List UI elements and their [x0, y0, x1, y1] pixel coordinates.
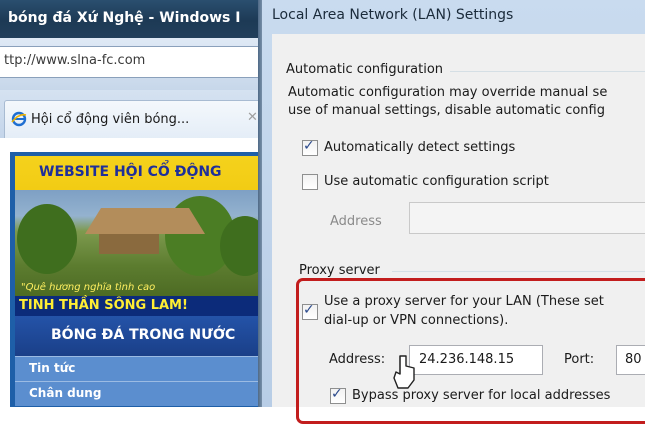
website-banner-title: WEBSITE HỘI CỔ ĐỘNG [39, 164, 222, 180]
auto-script-checkbox[interactable] [302, 174, 318, 190]
website-motto: TINH THẦN SÔNG LAM! [19, 298, 188, 313]
proxy-port-input[interactable]: 80 [616, 345, 645, 375]
mouse-cursor-icon [393, 355, 415, 389]
checkmark-icon: ✓ [303, 138, 315, 154]
auto-config-description: use of manual settings, disable automati… [288, 103, 605, 118]
proxy-address-input[interactable]: 24.236.148.15 [409, 345, 543, 375]
website-motto-bar: TINH THẦN SÔNG LAM! [15, 296, 270, 316]
website-nav-item[interactable]: Chân dung [15, 381, 270, 406]
bypass-local-checkbox[interactable]: ✓ [330, 386, 346, 404]
browser-tab[interactable]: Hội cổ động viên bóng... ✕ [4, 100, 268, 139]
proxy-port-label: Port: [564, 352, 595, 367]
group-divider [450, 71, 645, 72]
website-nav-item[interactable]: Tin tức [15, 356, 270, 381]
background-window-titlebar[interactable]: bóng đá Xứ Nghệ - Windows I [0, 0, 270, 38]
website-section-title: BÓNG ĐÁ TRONG NƯỚC [51, 327, 236, 343]
checkmark-icon: ✓ [331, 386, 343, 402]
dialog-title: Local Area Network (LAN) Settings [272, 7, 514, 23]
browser-tab-strip: Hội cổ động viên bóng... ✕ [0, 90, 270, 139]
website-nav-label: Tin tức [29, 361, 76, 375]
browser-address-bar: ttp://www.slna-fc.com [0, 38, 270, 91]
group-divider [392, 271, 645, 272]
proxy-group-label: Proxy server [299, 263, 380, 278]
proxy-port-value: 80 [625, 352, 642, 367]
auto-config-description: Automatic configuration may override man… [288, 85, 608, 100]
use-proxy-checkbox[interactable]: ✓ [302, 302, 318, 320]
website-section-header: BÓNG ĐÁ TRONG NƯỚC [15, 316, 270, 356]
ie-icon [11, 111, 27, 127]
browser-tab-label: Hội cổ động viên bóng... [31, 112, 190, 127]
website-nav-label: Chân dung [29, 386, 102, 400]
website-frame: WEBSITE HỘI CỔ ĐỘNG "Quê hương nghĩa tìn… [10, 152, 270, 407]
auto-detect-checkbox[interactable]: ✓ [302, 138, 318, 156]
proxy-address-label: Address: [329, 352, 386, 367]
script-address-label: Address [330, 214, 382, 229]
script-address-input[interactable] [409, 202, 645, 234]
hut-image [99, 234, 159, 254]
bypass-local-label[interactable]: Bypass proxy server for local addresses [352, 388, 610, 403]
use-proxy-label[interactable]: dial-up or VPN connections). [324, 313, 508, 328]
checkmark-icon: ✓ [303, 302, 315, 318]
use-proxy-label[interactable]: Use a proxy server for your LAN (These s… [324, 294, 604, 309]
dialog-body: Automatic configuration Automatic config… [272, 34, 645, 424]
website-slogan: "Quê hương nghĩa tình cao [21, 282, 156, 293]
hut-roof-image [85, 208, 205, 234]
background-window-title: bóng đá Xứ Nghệ - Windows I [8, 10, 241, 26]
browser-address-text: ttp://www.slna-fc.com [4, 53, 146, 68]
auto-script-label[interactable]: Use automatic configuration script [324, 174, 549, 189]
tree-image [17, 204, 77, 274]
website-banner: WEBSITE HỘI CỔ ĐỘNG "Quê hương nghĩa tìn… [15, 156, 270, 296]
proxy-address-value: 24.236.148.15 [419, 352, 515, 367]
auto-detect-label[interactable]: Automatically detect settings [324, 140, 515, 155]
tab-close-icon[interactable]: ✕ [247, 110, 258, 125]
browser-page-content: WEBSITE HỘI CỔ ĐỘNG "Quê hương nghĩa tìn… [0, 138, 270, 407]
browser-address-input[interactable]: ttp://www.slna-fc.com [0, 46, 263, 78]
auto-config-group-label: Automatic configuration [286, 62, 444, 77]
